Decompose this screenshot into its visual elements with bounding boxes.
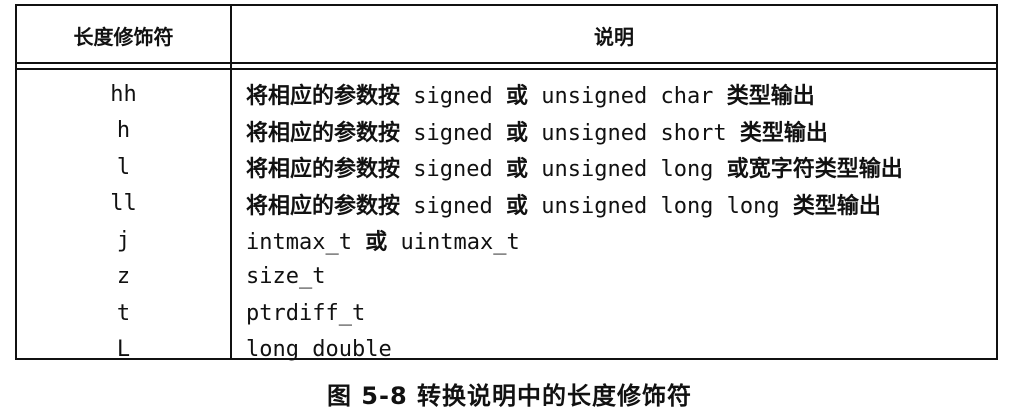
figure-caption: 图 5-8 转换说明中的长度修饰符 — [326, 382, 693, 410]
header-modifier: 长度修饰符 — [73, 24, 174, 49]
modifier-cell: j — [116, 227, 131, 253]
header-description: 说明 — [594, 24, 634, 49]
description-cell: long double — [246, 337, 392, 363]
modifier-cell: h — [116, 118, 131, 144]
table-row: hh 将相应的参数按 signed 或 unsigned char 类型输出 — [17, 76, 996, 113]
modifier-cell: ll — [110, 191, 137, 217]
table-body: hh 将相应的参数按 signed 或 unsigned char 类型输出 h… — [17, 76, 996, 368]
length-modifier-table: 长度修饰符 说明 hh 将相应的参数按 signed 或 unsigned ch… — [15, 4, 998, 362]
description-cell: 将相应的参数按 signed 或 unsigned long long 类型输出 — [246, 193, 881, 219]
description-cell: ptrdiff_t — [246, 300, 366, 326]
modifier-cell: z — [116, 264, 131, 290]
table-header: 长度修饰符 说明 — [17, 6, 996, 64]
modifier-cell: l — [116, 154, 131, 180]
table-row: l 将相应的参数按 signed 或 unsigned long 或宽字符类型输… — [17, 149, 996, 186]
description-cell: 将相应的参数按 signed 或 unsigned char 类型输出 — [246, 84, 815, 110]
table-row: j intmax_t 或 uintmax_t — [17, 222, 996, 259]
modifier-cell: L — [116, 337, 131, 363]
table-row: h 将相应的参数按 signed 或 unsigned short 类型输出 — [17, 113, 996, 150]
modifier-cell: hh — [110, 81, 137, 107]
modifier-cell: t — [116, 300, 131, 326]
table-row: L long double — [17, 332, 996, 369]
table-row: ll 将相应的参数按 signed 或 unsigned long long 类… — [17, 186, 996, 223]
description-cell: 将相应的参数按 signed 或 unsigned short 类型输出 — [246, 120, 828, 146]
table-row: z size_t — [17, 259, 996, 296]
description-cell: size_t — [246, 264, 326, 290]
description-cell: intmax_t 或 uintmax_t — [246, 230, 520, 256]
table-row: t ptrdiff_t — [17, 295, 996, 332]
description-cell: 将相应的参数按 signed 或 unsigned long 或宽字符类型输出 — [246, 157, 903, 183]
header-double-rule — [17, 68, 996, 70]
